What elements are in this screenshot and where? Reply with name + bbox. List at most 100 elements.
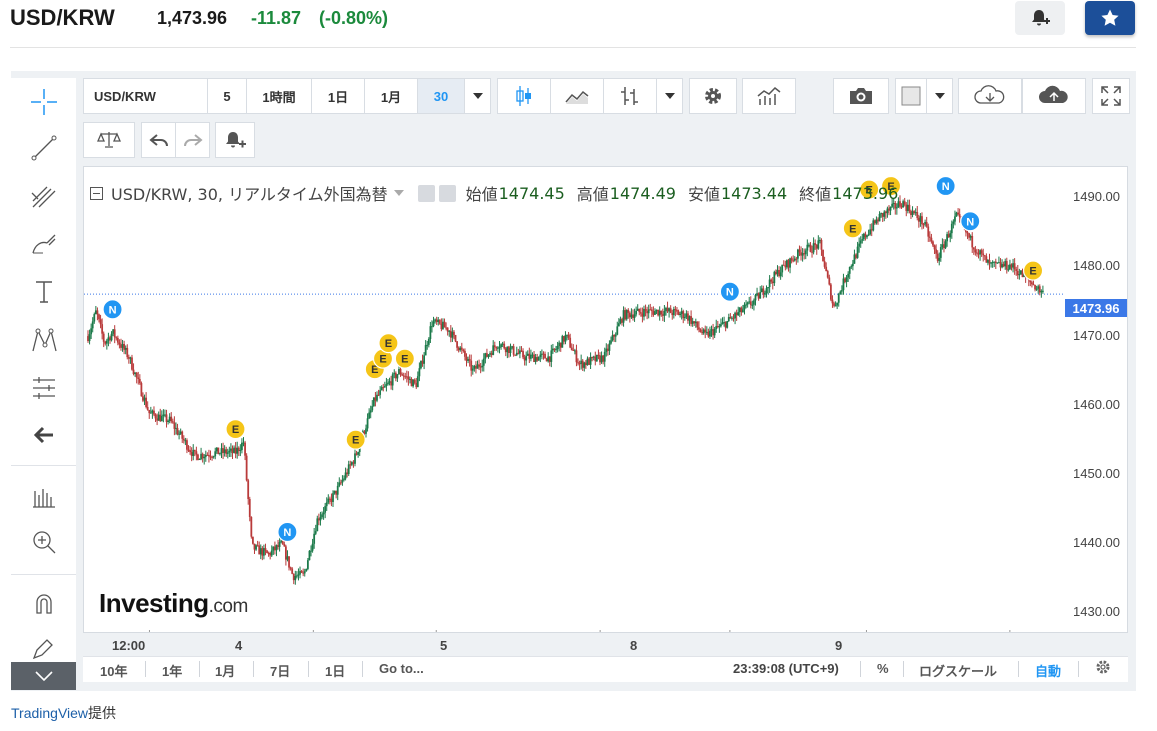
svg-text:N: N [283, 527, 291, 539]
candle-body [380, 387, 383, 391]
candle-body [1007, 269, 1010, 271]
news-event-marker[interactable]: N [935, 175, 956, 197]
candle-body [157, 414, 160, 421]
candle-body [751, 304, 754, 306]
zoom-in-tool[interactable] [11, 522, 76, 562]
interval-1h-button[interactable]: 1時間 [246, 78, 312, 114]
collapse-legend-icon[interactable] [90, 186, 103, 200]
range-1d-button[interactable]: 1日 [325, 661, 345, 680]
add-alert-button[interactable] [215, 122, 255, 158]
add-to-watchlist-button[interactable] [1085, 1, 1135, 35]
candle-body [245, 455, 248, 481]
candle-body [118, 342, 121, 345]
chart-type-dropdown-button[interactable] [656, 78, 683, 114]
candle-body [720, 324, 722, 327]
candle-body [663, 310, 666, 316]
interval-5-button[interactable]: 5 [207, 78, 247, 114]
magnet-tool[interactable] [11, 584, 76, 624]
redo-button[interactable] [175, 122, 210, 158]
candle-body [782, 264, 785, 266]
candle-body [226, 452, 229, 454]
economic-event-marker[interactable]: E [378, 333, 399, 354]
bars-style-button[interactable] [603, 78, 657, 114]
news-event-marker[interactable]: N [277, 521, 298, 543]
interval-30-button[interactable]: 30 [417, 78, 465, 114]
candle-body [145, 397, 148, 407]
eye-icon[interactable] [417, 184, 435, 202]
remove-drawings-button[interactable] [11, 415, 76, 455]
tradingview-link[interactable]: TradingView [11, 705, 88, 721]
candle-body [570, 347, 573, 350]
candle-body [760, 288, 763, 293]
color-dropdown-button[interactable] [926, 78, 953, 114]
candle-body [767, 287, 769, 289]
economic-event-marker[interactable]: E [1022, 260, 1044, 281]
line-style-button[interactable] [550, 78, 604, 114]
candle-body [366, 418, 369, 429]
low-value: 1473.44 [720, 183, 788, 203]
color-picker-button[interactable] [895, 78, 927, 114]
load-chart-button[interactable] [958, 78, 1022, 114]
auto-scale-toggle[interactable]: 自動 [1035, 661, 1061, 680]
caret-down-icon [934, 93, 945, 99]
screenshot-button[interactable] [833, 78, 889, 114]
candle-body [371, 406, 374, 411]
news-event-marker[interactable]: N [719, 281, 740, 302]
candle-body [261, 548, 264, 556]
candle-body [310, 550, 312, 552]
news-event-marker[interactable]: N [102, 299, 123, 320]
interval-1m-button[interactable]: 1月 [364, 78, 418, 114]
range-1m-button[interactable]: 1月 [215, 661, 235, 680]
brush-tool[interactable] [11, 224, 76, 264]
candle-body [137, 377, 140, 379]
range-7d-button[interactable]: 7日 [270, 661, 290, 680]
scale-settings-button[interactable] [1095, 659, 1111, 678]
candle-body [916, 212, 919, 219]
candle-body [222, 448, 224, 453]
economic-event-marker[interactable]: E [345, 429, 366, 450]
gear-icon[interactable] [438, 184, 456, 202]
economic-event-marker[interactable]: E [394, 348, 415, 369]
economic-event-marker[interactable]: E [225, 418, 246, 440]
economic-event-marker[interactable]: E [842, 218, 863, 239]
fibonacci-tool[interactable] [11, 176, 76, 216]
indicators-button[interactable] [742, 78, 796, 114]
symbol-search-input[interactable]: USD/KRW [83, 78, 208, 114]
candle-body [980, 250, 983, 254]
candles-style-button[interactable] [497, 78, 551, 114]
candle-body [679, 313, 682, 316]
text-tool[interactable] [11, 272, 76, 312]
candle-body [404, 376, 407, 378]
measure-tool[interactable] [11, 476, 76, 516]
fullscreen-button[interactable] [1092, 78, 1130, 114]
interval-dropdown-button[interactable] [464, 78, 491, 114]
candle-body [705, 331, 708, 333]
range-10y-button[interactable]: 10年 [100, 661, 127, 680]
compare-button[interactable] [83, 122, 135, 158]
news-event-marker[interactable]: N [960, 211, 981, 232]
goto-date-button[interactable]: Go to... [379, 661, 424, 676]
create-alert-button[interactable] [1015, 1, 1065, 35]
log-scale-toggle[interactable]: ログスケール [919, 661, 997, 680]
crosshair-tool[interactable] [11, 82, 76, 122]
candle-body [487, 354, 490, 357]
chart-settings-button[interactable] [689, 78, 737, 114]
candle-body [391, 374, 394, 386]
candle-body [778, 269, 780, 277]
candle-body [734, 312, 736, 319]
range-1y-button[interactable]: 1年 [162, 661, 182, 680]
percent-scale-toggle[interactable]: % [877, 661, 889, 676]
save-chart-button[interactable] [1022, 78, 1086, 114]
candle-body [559, 342, 562, 348]
trendline-tool[interactable] [11, 128, 76, 168]
candle-body [471, 368, 474, 371]
bottom-divider [1018, 661, 1019, 677]
caret-down-icon[interactable] [393, 190, 404, 196]
undo-button[interactable] [141, 122, 176, 158]
toolbar-scroll-down-button[interactable] [11, 662, 76, 690]
price-chart[interactable]: NENEEEEENEE E NNE [84, 167, 1064, 632]
candle-body [1015, 269, 1018, 271]
interval-1d-button[interactable]: 1日 [311, 78, 365, 114]
prediction-tool[interactable] [11, 368, 76, 408]
pattern-tool[interactable] [11, 320, 76, 360]
